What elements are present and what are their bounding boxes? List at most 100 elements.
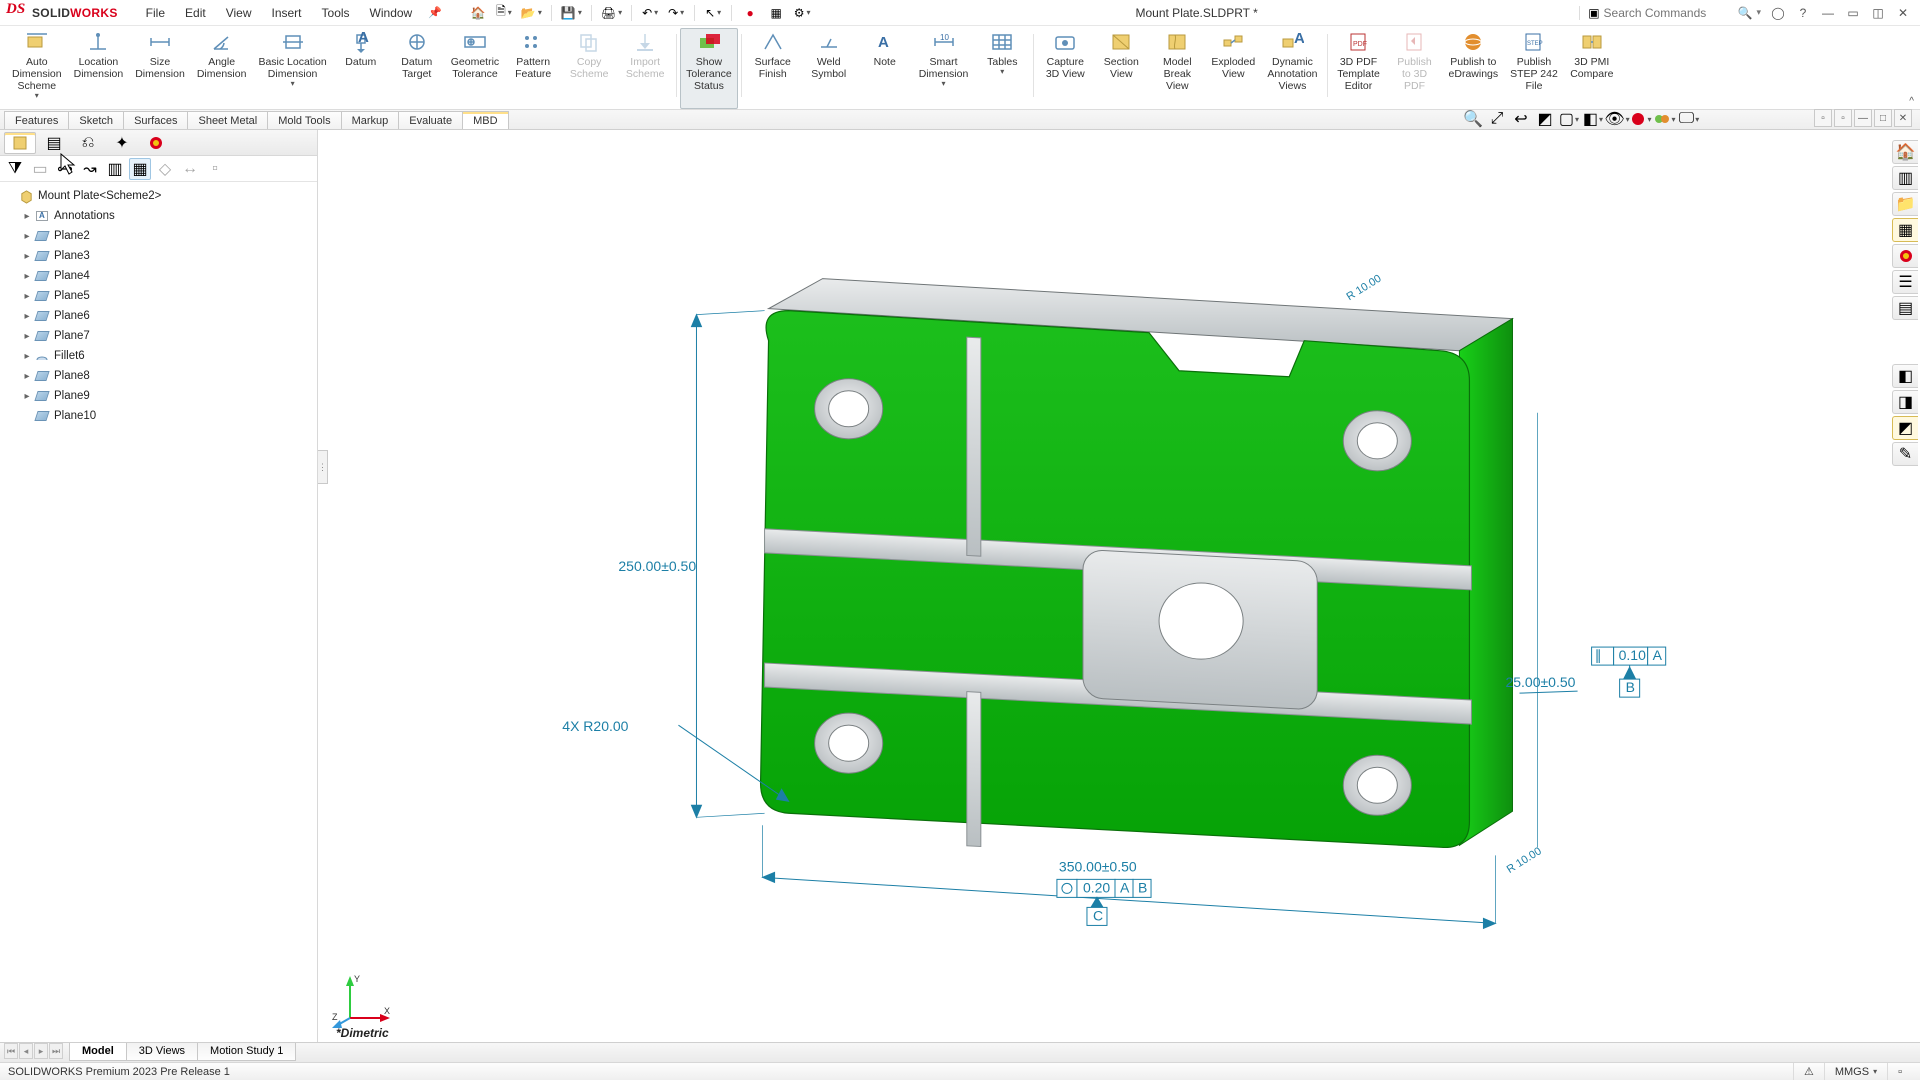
view-tab-3d-views[interactable]: 3D Views (126, 1043, 198, 1061)
cm-tab-markup[interactable]: Markup (341, 111, 400, 129)
ribbon-cap3d[interactable]: Capture 3D View (1037, 28, 1093, 109)
fmt-f-icon[interactable]: ▦ (129, 158, 151, 180)
section-view-icon[interactable]: ◩ (1534, 108, 1556, 130)
minimize-button[interactable]: — (1817, 2, 1839, 24)
tree-root[interactable]: ▸ Mount Plate<Scheme2> (4, 186, 313, 206)
fmt-d-icon[interactable]: ↝ (79, 158, 101, 180)
cm-tab-features[interactable]: Features (4, 111, 69, 129)
ribbon-sfin[interactable]: Surface Finish (745, 28, 801, 109)
tree-item[interactable]: ▸Plane7 (4, 326, 313, 346)
vtab-last-icon[interactable]: ⏭ (49, 1043, 63, 1059)
menu-view[interactable]: View (216, 6, 262, 20)
ribbon-mbreak[interactable]: Model Break View (1149, 28, 1205, 109)
mdi-b-button[interactable]: ▫ (1834, 109, 1852, 127)
viewport[interactable]: 250.00±0.50 4X R20.00 350.00±0.50 (318, 130, 1920, 1042)
mdi-min-button[interactable]: — (1854, 109, 1872, 127)
ribbon-showtol[interactable]: Show Tolerance Status (680, 28, 738, 109)
tree-item[interactable]: ▸Plane4 (4, 266, 313, 286)
fm-tab-property[interactable]: ▤ (38, 132, 70, 154)
fcf-width-d1[interactable]: A (1120, 879, 1130, 895)
menu-tools[interactable]: Tools (312, 6, 360, 20)
ribbon-collapse-icon[interactable]: ^ (1909, 96, 1914, 107)
ribbon-bloc-dim[interactable]: Basic Location Dimension▾ (252, 28, 332, 109)
ribbon-pmicmp[interactable]: 3D PMI Compare (1564, 28, 1620, 109)
open-doc-button[interactable]: 📂 (518, 2, 545, 24)
tree-item[interactable]: ▸Fillet6 (4, 346, 313, 366)
ribbon-3dpdft[interactable]: PDF3D PDF Template Editor (1331, 28, 1387, 109)
tp-annotate-d-icon[interactable]: ✎ (1892, 442, 1918, 466)
help-icon[interactable]: ? (1792, 2, 1814, 24)
status-extra-icon[interactable]: ▫ (1887, 1063, 1912, 1080)
redo-button[interactable]: ↷ (664, 2, 688, 24)
tp-annotate-c-icon[interactable]: ◩ (1892, 416, 1918, 440)
ribbon-weld[interactable]: Weld Symbol (801, 28, 857, 109)
prev-view-icon[interactable]: ↩ (1510, 108, 1532, 130)
menu-pin-icon[interactable]: 📌 (428, 6, 442, 19)
ribbon-loc-dim[interactable]: Location Dimension (68, 28, 130, 109)
display-style-icon[interactable]: ◧ (1582, 108, 1604, 130)
cm-tab-sheet-metal[interactable]: Sheet Metal (187, 111, 268, 129)
fcf-width-tol[interactable]: 0.20 (1083, 879, 1110, 895)
rebuild-button[interactable]: ● (738, 2, 762, 24)
menu-insert[interactable]: Insert (262, 6, 312, 20)
view-settings-icon[interactable]: 🖵 (1678, 108, 1700, 130)
select-mode-button[interactable]: ↖ (701, 2, 725, 24)
search-input[interactable] (1604, 6, 1734, 20)
ribbon-dynann[interactable]: ADynamic Annotation Views (1261, 28, 1323, 109)
ribbon-note[interactable]: ANote (857, 28, 913, 109)
orient-view-icon[interactable]: ▢ (1558, 108, 1580, 130)
edge-radius-1[interactable]: R 10.00 (1345, 273, 1384, 304)
vtab-first-icon[interactable]: ⏮ (4, 1043, 18, 1059)
ribbon-dtarget[interactable]: Datum Target (389, 28, 445, 109)
tp-appearances-icon[interactable] (1892, 244, 1918, 268)
command-search[interactable]: ▣ 🔍 ▾ (1579, 6, 1761, 20)
fm-tab-dimxpert[interactable]: ✦ (106, 132, 138, 154)
cm-tab-evaluate[interactable]: Evaluate (398, 111, 463, 129)
vtab-next-icon[interactable]: ▸ (34, 1043, 48, 1059)
tree-item[interactable]: ▸Plane5 (4, 286, 313, 306)
tp-library-icon[interactable]: 📁 (1892, 192, 1918, 216)
orientation-triad[interactable]: Y X Z (332, 968, 392, 1028)
tree-item[interactable]: ▸Plane3 (4, 246, 313, 266)
dim-radius[interactable]: 4X R20.00 (562, 718, 628, 734)
ribbon-auto-dim[interactable]: Auto Dimension Scheme▾ (6, 28, 68, 109)
fm-tab-display[interactable] (140, 132, 172, 154)
fm-tab-config[interactable]: ⎌ (72, 132, 104, 154)
ribbon-gtol[interactable]: Geometric Tolerance (445, 28, 505, 109)
save-button[interactable]: 💾 (558, 2, 585, 24)
ribbon-tables[interactable]: Tables▾ (974, 28, 1030, 109)
close-button[interactable]: ✕ (1892, 2, 1914, 24)
menu-edit[interactable]: Edit (175, 6, 216, 20)
ribbon-smartd[interactable]: 10Smart Dimension▾ (913, 28, 975, 109)
feature-tree[interactable]: ▸ Mount Plate<Scheme2> ▸Annotations▸Plan… (0, 182, 317, 1042)
undo-button[interactable]: ↶ (638, 2, 662, 24)
tp-forum-icon[interactable]: ▤ (1892, 296, 1918, 320)
scene-icon[interactable] (1654, 108, 1676, 130)
tree-item[interactable]: ▸Plane10 (4, 406, 313, 426)
ribbon-datum[interactable]: ADatum (333, 28, 389, 109)
appearance-icon[interactable] (1630, 108, 1652, 130)
tree-item[interactable]: ▸Plane8 (4, 366, 313, 386)
tp-home-icon[interactable]: 🏠 (1892, 140, 1918, 164)
tp-annotate-b-icon[interactable]: ◨ (1892, 390, 1918, 414)
cm-tab-mbd[interactable]: MBD (462, 111, 508, 129)
mdi-max-button[interactable]: □ (1874, 109, 1892, 127)
fmt-e-icon[interactable]: ▥ (104, 158, 126, 180)
dim-depth[interactable]: 25.00±0.50 (1505, 674, 1575, 690)
cm-tab-sketch[interactable]: Sketch (68, 111, 124, 129)
dim-height[interactable]: 250.00±0.50 (618, 558, 696, 574)
panel-splitter[interactable]: ⋮ (318, 450, 328, 484)
cm-tab-mold-tools[interactable]: Mold Tools (267, 111, 341, 129)
hide-show-icon[interactable]: 👁 (1606, 108, 1628, 130)
ribbon-secview[interactable]: Section View (1093, 28, 1149, 109)
file-props-button[interactable]: ▦ (764, 2, 788, 24)
ribbon-explode[interactable]: Exploded View (1205, 28, 1261, 109)
options-button[interactable]: ⚙ (790, 2, 814, 24)
tp-annotate-a-icon[interactable]: ◧ (1892, 364, 1918, 388)
tree-item[interactable]: ▸Plane6 (4, 306, 313, 326)
ribbon-pubstep[interactable]: STEPPublish STEP 242 File (1504, 28, 1564, 109)
ribbon-ang-dim[interactable]: Angle Dimension (191, 28, 253, 109)
fcf-par-tol[interactable]: 0.10 (1619, 647, 1646, 663)
status-units[interactable]: MMGS (1824, 1063, 1887, 1080)
login-icon[interactable]: ◯ (1767, 2, 1789, 24)
